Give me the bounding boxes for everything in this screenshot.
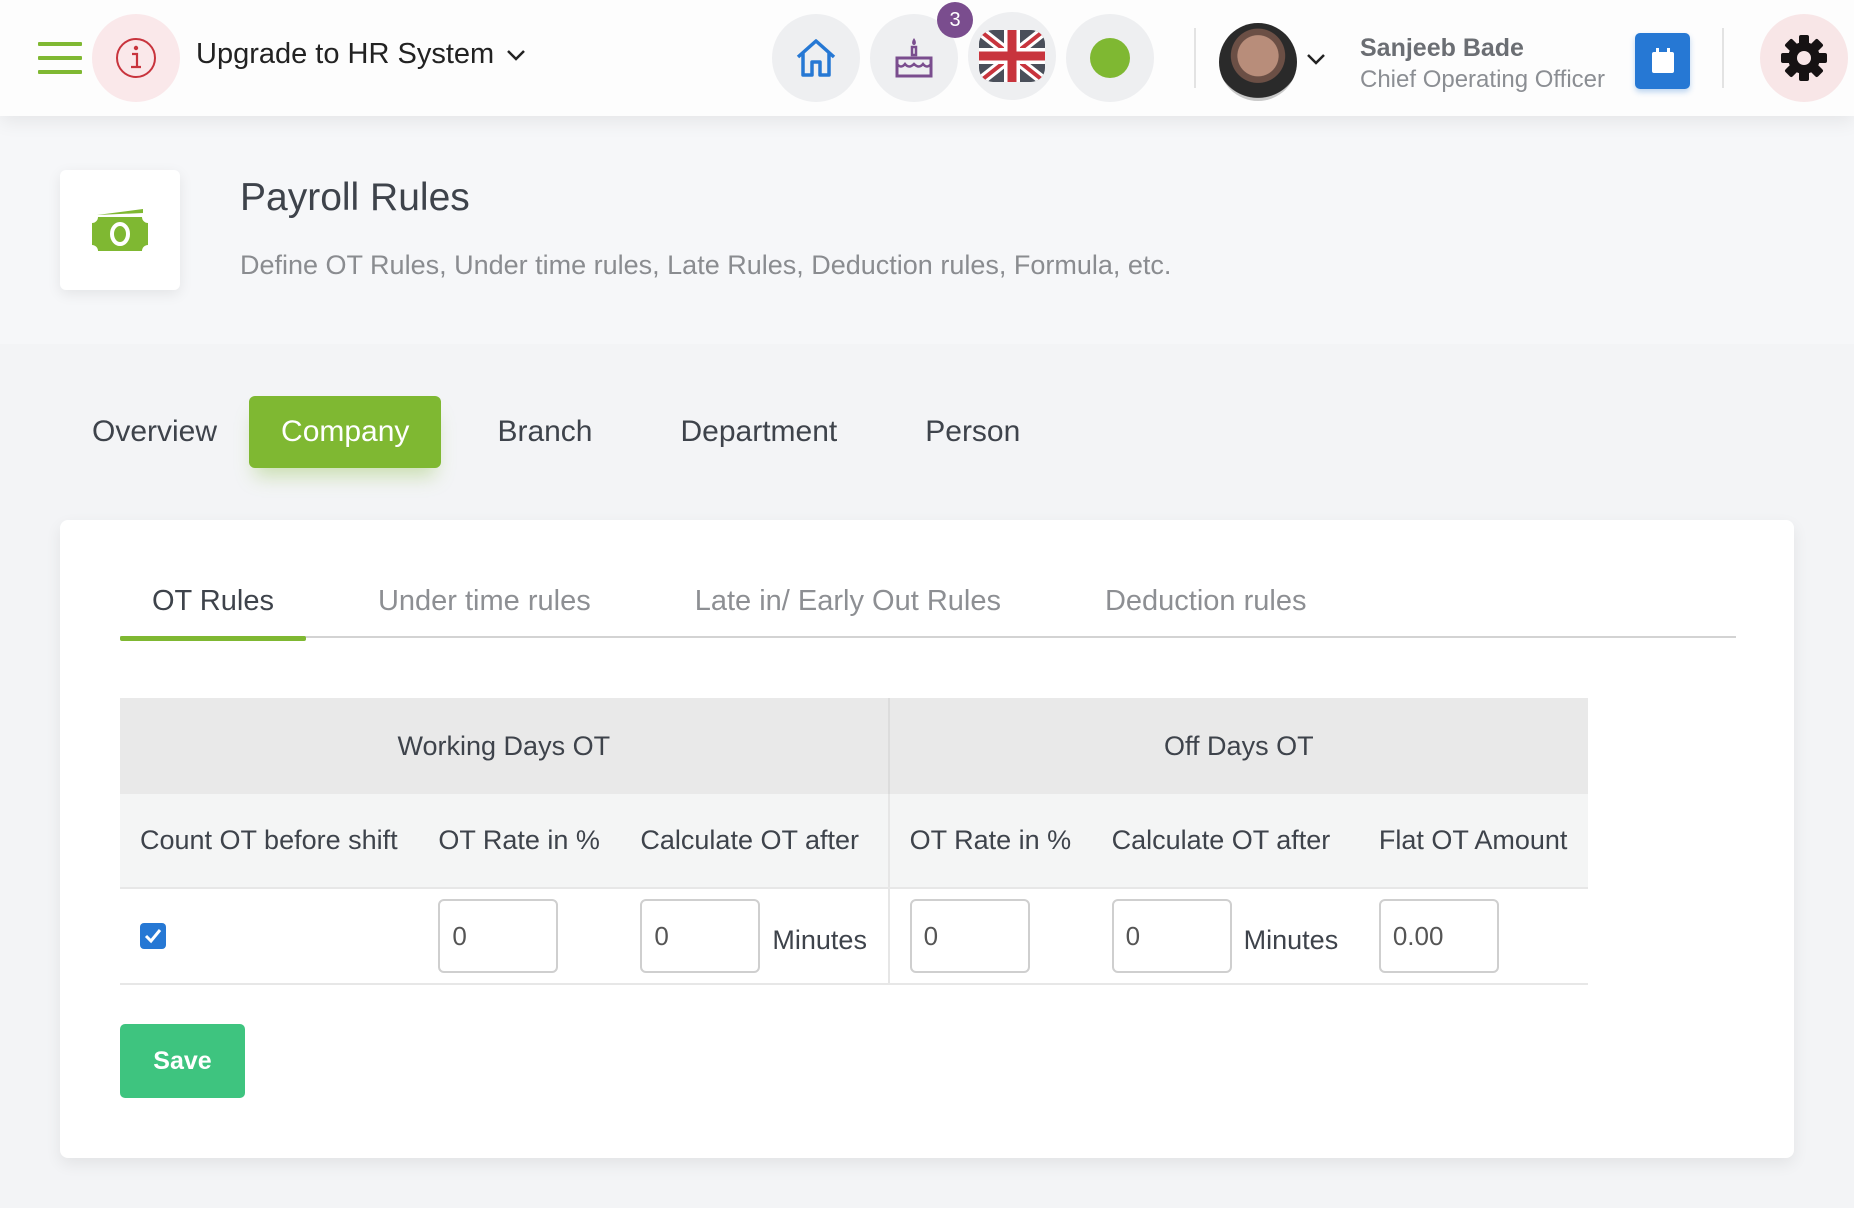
upgrade-label: Upgrade to HR System (196, 38, 495, 70)
save-button[interactable]: Save (120, 1024, 245, 1098)
info-icon (116, 38, 156, 78)
settings-button[interactable] (1760, 14, 1848, 102)
language-button[interactable] (968, 12, 1056, 100)
top-header: Upgrade to HR System 3 Sanjeeb Bade Chie… (0, 0, 1854, 116)
home-icon (796, 39, 836, 77)
unit-label: Minutes (1243, 924, 1339, 955)
divider (1194, 28, 1196, 88)
chevron-down-icon[interactable] (1306, 52, 1326, 66)
user-role: Chief Operating Officer (1360, 66, 1606, 93)
column-header: Count OT before shift (120, 794, 419, 889)
ot-rules-table: Working Days OT Off Days OT Count OT bef… (120, 698, 1588, 985)
working-ot-after-input[interactable] (640, 899, 761, 973)
tab-branch[interactable]: Branch (465, 396, 624, 468)
page-title: Payroll Rules (240, 176, 470, 219)
page-subtitle: Define OT Rules, Under time rules, Late … (240, 250, 1172, 280)
chevron-down-icon (507, 49, 526, 61)
column-header: Calculate OT after (1091, 794, 1359, 889)
rule-tabs: OT Rules Under time rules Late in/ Early… (120, 564, 1736, 641)
tab-overview[interactable]: Overview (60, 396, 249, 468)
unit-label: Minutes (772, 924, 867, 955)
off-ot-after-input[interactable] (1111, 899, 1232, 973)
notification-badge: 3 (937, 2, 973, 38)
tab-ot-rules[interactable]: OT Rules (120, 564, 306, 641)
flat-ot-amount-input[interactable] (1378, 899, 1499, 973)
gear-icon (1781, 35, 1827, 81)
checkmark-icon (144, 929, 162, 944)
tab-late-early-rules[interactable]: Late in/ Early Out Rules (663, 564, 1033, 638)
avatar[interactable] (1219, 23, 1297, 101)
calendar-button[interactable] (1635, 33, 1690, 89)
column-header: Flat OT Amount (1358, 794, 1588, 889)
off-ot-rate-input[interactable] (909, 899, 1030, 973)
working-ot-rate-input[interactable] (438, 899, 559, 973)
calendar-icon (1651, 48, 1674, 73)
group-header-off-days: Off Days OT (888, 698, 1588, 794)
tab-deduction-rules[interactable]: Deduction rules (1073, 564, 1339, 638)
count-ot-before-shift-checkbox[interactable] (140, 923, 166, 949)
column-header: Calculate OT after (620, 794, 890, 889)
group-header-working-days: Working Days OT (120, 698, 890, 794)
tab-company[interactable]: Company (249, 396, 442, 468)
online-status-icon (1090, 38, 1130, 78)
table-row: Minutes Minutes (120, 888, 1588, 985)
tab-person[interactable]: Person (893, 396, 1052, 468)
money-icon (92, 209, 148, 251)
user-name: Sanjeeb Bade (1360, 34, 1524, 62)
home-button[interactable] (772, 14, 860, 102)
column-header: OT Rate in % (418, 794, 621, 889)
tab-under-time-rules[interactable]: Under time rules (346, 564, 623, 638)
uk-flag-icon (979, 30, 1045, 82)
main-tabs: Overview Company Branch Department Perso… (60, 396, 1052, 468)
upgrade-dropdown[interactable]: Upgrade to HR System (196, 38, 526, 71)
page-icon-box (60, 170, 180, 290)
divider (1722, 28, 1724, 88)
status-button[interactable] (1066, 14, 1154, 102)
page-header (0, 116, 1854, 344)
rules-card: OT Rules Under time rules Late in/ Early… (60, 520, 1794, 1158)
menu-icon[interactable] (38, 42, 82, 74)
tab-department[interactable]: Department (649, 396, 870, 468)
birthday-cake-icon (895, 38, 933, 78)
info-button[interactable] (92, 14, 180, 102)
column-header: OT Rate in % (888, 794, 1092, 889)
